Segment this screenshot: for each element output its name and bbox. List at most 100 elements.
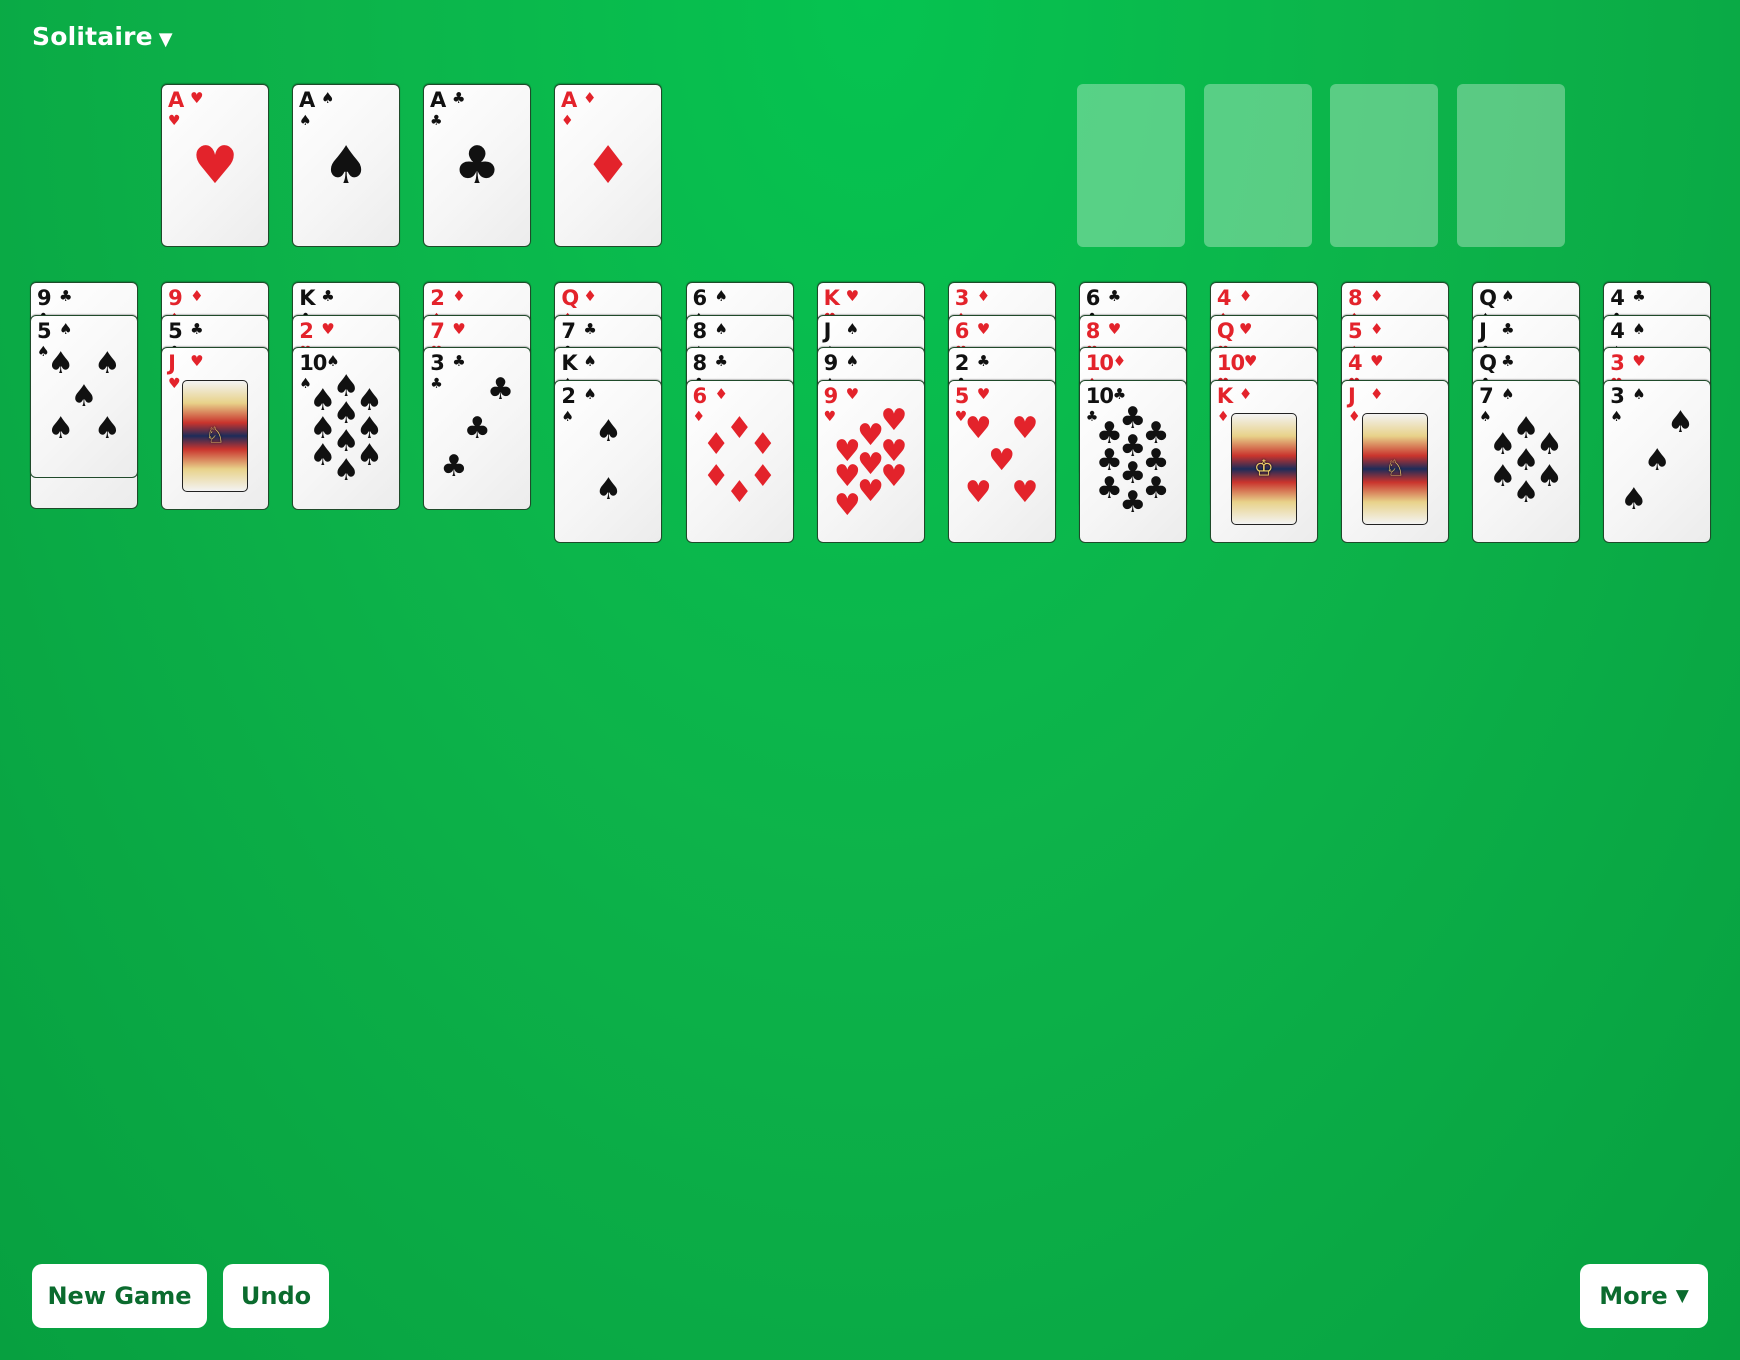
face-card-art: ♘ <box>182 380 249 493</box>
card-3-of-clubs[interactable]: 3 ♣ ♣ ♣ ♣ ♣ <box>423 347 532 511</box>
clubs-icon: ♣ <box>976 352 991 371</box>
card-rank: 8 <box>1348 286 1363 310</box>
diamonds-icon: ♦ <box>692 408 706 425</box>
spades-icon: ♠ <box>70 378 98 414</box>
free-cell-3[interactable] <box>1330 84 1438 247</box>
free-cell-2[interactable] <box>1203 84 1312 247</box>
spades-icon: ♠ <box>93 346 121 382</box>
spades-icon: ♠ <box>845 352 860 371</box>
hearts-icon: ♥ <box>976 319 991 338</box>
diamonds-icon: ♦ <box>561 113 574 129</box>
hearts-icon: ♥ <box>1107 319 1122 338</box>
spades-icon: ♠ <box>356 438 383 474</box>
card-j-of-diamonds[interactable]: J ♦ ♦ ♘ <box>1341 379 1449 543</box>
foundation-spades[interactable]: A ♠ ♠ ♠ <box>292 84 400 247</box>
diamonds-icon: ♦ <box>1238 384 1253 403</box>
card-rank: 5 <box>954 383 970 408</box>
card-2-of-spades[interactable]: 2 ♠ ♠ ♠ ♠ <box>554 379 663 543</box>
diamonds-icon: ♦ <box>749 459 777 495</box>
spades-icon: ♠ <box>1501 287 1515 305</box>
card-5-of-hearts[interactable]: 5 ♥ ♥ ♥ ♥ ♥ ♥ ♥ <box>947 379 1056 543</box>
spades-icon: ♠ <box>1620 481 1648 517</box>
game-title: Solitaire <box>32 22 153 51</box>
foundation-clubs[interactable]: A ♣ ♣ ♣ <box>423 84 531 247</box>
card-rank: 3 <box>1610 383 1625 408</box>
diamonds-icon: ♦ <box>726 475 753 511</box>
chevron-down-icon: ▼ <box>1675 1286 1689 1306</box>
card-rank: 9 <box>823 351 839 376</box>
hearts-icon: ♥ <box>880 403 908 439</box>
undo-button[interactable]: Undo <box>223 1264 329 1328</box>
card-3-of-spades[interactable]: 3 ♠ ♠ ♠ ♠ ♠ <box>1603 379 1712 543</box>
card-rank: 5 <box>1348 318 1363 343</box>
spades-icon: ♠ <box>47 410 75 446</box>
diamonds-icon: ♦ <box>1216 408 1230 425</box>
clubs-icon: ♣ <box>1501 319 1515 338</box>
clubs-icon: ♣ <box>1119 485 1147 521</box>
spades-icon: ♠ <box>326 352 340 371</box>
clubs-icon: ♣ <box>59 287 73 305</box>
hearts-icon: ♥ <box>1370 352 1384 371</box>
foundation-hearts[interactable]: A ♥ ♥ ♥ <box>161 84 269 247</box>
game-menu-button[interactable]: Solitaire ▼ <box>32 22 173 51</box>
card-rank: 6 <box>1085 286 1101 310</box>
card-rank: K <box>561 351 577 376</box>
card-7-of-spades[interactable]: 7 ♠ ♠ ♠ ♠ ♠ ♠ ♠ ♠ ♠ <box>1472 379 1581 543</box>
clubs-icon: ♣ <box>714 352 728 371</box>
spades-icon: ♠ <box>59 320 73 338</box>
hearts-icon: ♥ <box>964 475 992 511</box>
hearts-icon: ♥ <box>1632 352 1646 371</box>
diamonds-icon: ♦ <box>584 135 632 196</box>
card-k-of-diamonds[interactable]: K ♦ ♦ ♔ <box>1209 379 1318 543</box>
spades-icon: ♠ <box>1632 384 1646 403</box>
card-rank: 4 <box>1216 286 1232 310</box>
card-rank: K <box>299 286 315 310</box>
diamonds-icon: ♦ <box>714 384 728 403</box>
card-9-of-hearts[interactable]: 9 ♥ ♥ ♥ ♥ ♥ ♥ ♥ ♥ ♥ ♥ ♥ <box>816 379 925 543</box>
spades-icon: ♠ <box>322 135 370 196</box>
spades-icon: ♠ <box>93 410 121 446</box>
face-card-art: ♘ <box>1362 412 1428 525</box>
hearts-icon: ♥ <box>452 319 466 338</box>
card-rank: A <box>430 88 446 112</box>
hearts-icon: ♥ <box>321 319 335 338</box>
card-rank: 2 <box>430 286 445 310</box>
spades-icon: ♠ <box>561 408 574 425</box>
card-rank: K <box>1216 383 1233 408</box>
more-button[interactable]: More ▼ <box>1580 1264 1708 1328</box>
spades-icon: ♠ <box>1643 443 1671 479</box>
card-rank: 6 <box>692 383 708 408</box>
card-10-of-spades[interactable]: 10 ♠ ♠ ♠ ♠ ♠ ♠ ♠ ♠ ♠ ♠ ♠ ♠ <box>292 347 401 511</box>
clubs-icon: ♣ <box>453 135 501 196</box>
spades-icon: ♠ <box>47 346 75 382</box>
card-rank: 2 <box>299 318 314 343</box>
card-rank: J <box>823 318 832 343</box>
card-6-of-diamonds[interactable]: 6 ♦ ♦ ♦ ♦ ♦ ♦ ♦ ♦ <box>685 379 794 543</box>
hearts-icon: ♥ <box>857 473 885 509</box>
face-card-art: ♔ <box>1230 412 1297 525</box>
card-rank: 7 <box>1479 383 1494 408</box>
card-rank: 8 <box>692 351 708 376</box>
card-5-of-spades[interactable]: 5 ♠ ♠ ♠ ♠ ♠ ♠ ♠ <box>30 315 138 478</box>
card-rank: 9 <box>168 286 183 310</box>
free-cell-4[interactable] <box>1456 84 1565 247</box>
card-rank: 8 <box>1085 318 1101 343</box>
card-rank: Q <box>1479 351 1497 376</box>
new-game-button[interactable]: New Game <box>32 1264 207 1328</box>
diamonds-icon: ♦ <box>1370 319 1384 338</box>
spades-icon: ♠ <box>583 384 597 403</box>
card-rank: 10 <box>1085 383 1114 408</box>
card-rank: 6 <box>954 318 970 343</box>
card-j-of-hearts[interactable]: J ♥ ♥ ♘ <box>161 347 270 511</box>
free-cell-1[interactable] <box>1077 84 1185 247</box>
clubs-icon: ♣ <box>190 319 204 338</box>
card-10-of-clubs[interactable]: 10 ♣ ♣ ♣ ♣ ♣ ♣ ♣ ♣ ♣ ♣ ♣ ♣ <box>1078 379 1187 543</box>
card-rank: 3 <box>1610 351 1625 376</box>
card-rank: 5 <box>168 318 183 343</box>
card-rank: 9 <box>823 383 839 408</box>
card-rank: 7 <box>561 318 576 343</box>
hearts-icon: ♥ <box>845 384 860 403</box>
hearts-icon: ♥ <box>1011 411 1039 447</box>
diamonds-icon: ♦ <box>702 427 730 463</box>
foundation-diamonds[interactable]: A ♦ ♦ ♦ <box>554 84 662 247</box>
